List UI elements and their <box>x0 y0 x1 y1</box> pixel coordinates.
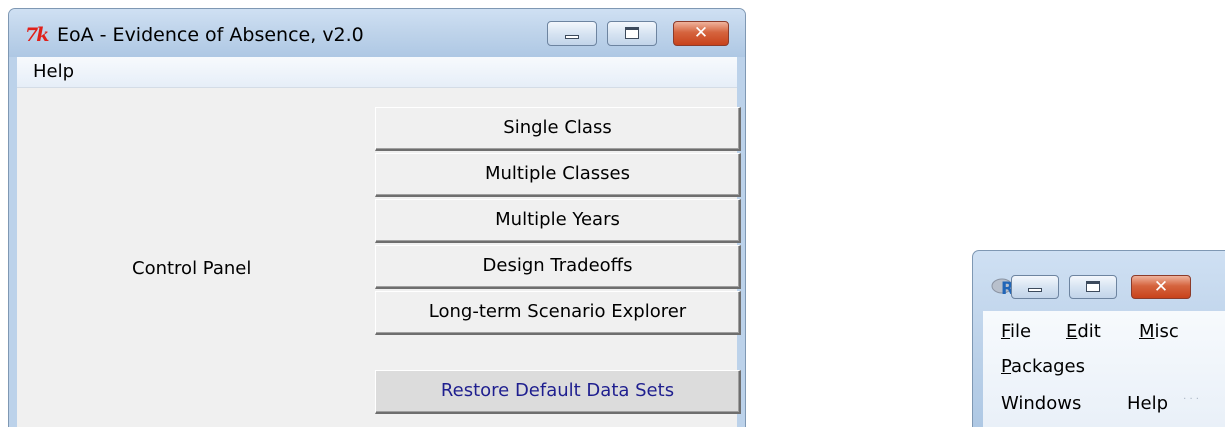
tk-app-icon: 7k <box>25 24 49 46</box>
design-tradeoffs-button[interactable]: Design Tradeoffs <box>375 245 741 289</box>
menu-edit[interactable]: Edit <box>1066 321 1101 343</box>
maximize-button[interactable] <box>607 21 657 46</box>
close-icon: ✕ <box>693 23 709 43</box>
r-console-window: R ✕ File Edit Misc Packages Windows Help… <box>972 250 1225 427</box>
title-bar[interactable]: 7k EoA - Evidence of Absence, v2.0 ✕ <box>9 9 745 57</box>
minimize-icon <box>1028 288 1042 292</box>
close-icon: ✕ <box>1153 277 1169 297</box>
window-title: EoA - Evidence of Absence, v2.0 <box>57 24 364 46</box>
close-button[interactable]: ✕ <box>673 21 729 46</box>
menu-bar: Help <box>17 57 737 88</box>
r-minimize-button[interactable] <box>1011 275 1059 299</box>
resize-grip-icon[interactable]: · · · <box>1179 395 1199 415</box>
control-panel: Control Panel Single Class Multiple Clas… <box>17 88 741 427</box>
eoa-window: 7k EoA - Evidence of Absence, v2.0 ✕ Hel… <box>8 8 746 427</box>
r-close-button[interactable]: ✕ <box>1131 275 1191 299</box>
long-term-scenario-explorer-button[interactable]: Long-term Scenario Explorer <box>375 291 741 335</box>
maximize-icon <box>625 27 639 39</box>
maximize-icon <box>1086 281 1100 292</box>
restore-default-data-sets-button[interactable]: Restore Default Data Sets <box>375 370 741 414</box>
minimize-button[interactable] <box>547 21 597 46</box>
menu-help-r[interactable]: Help <box>1127 393 1168 415</box>
menu-misc[interactable]: Misc <box>1139 321 1179 343</box>
minimize-icon <box>565 35 579 39</box>
single-class-button[interactable]: Single Class <box>375 107 741 151</box>
menu-windows[interactable]: Windows <box>1001 393 1081 415</box>
menu-file[interactable]: File <box>1001 321 1031 343</box>
menu-help[interactable]: Help <box>33 61 74 83</box>
multiple-years-button[interactable]: Multiple Years <box>375 199 741 243</box>
r-maximize-button[interactable] <box>1069 275 1117 299</box>
control-panel-label: Control Panel <box>132 258 252 279</box>
menu-packages[interactable]: Packages <box>1001 356 1085 378</box>
multiple-classes-button[interactable]: Multiple Classes <box>375 153 741 197</box>
